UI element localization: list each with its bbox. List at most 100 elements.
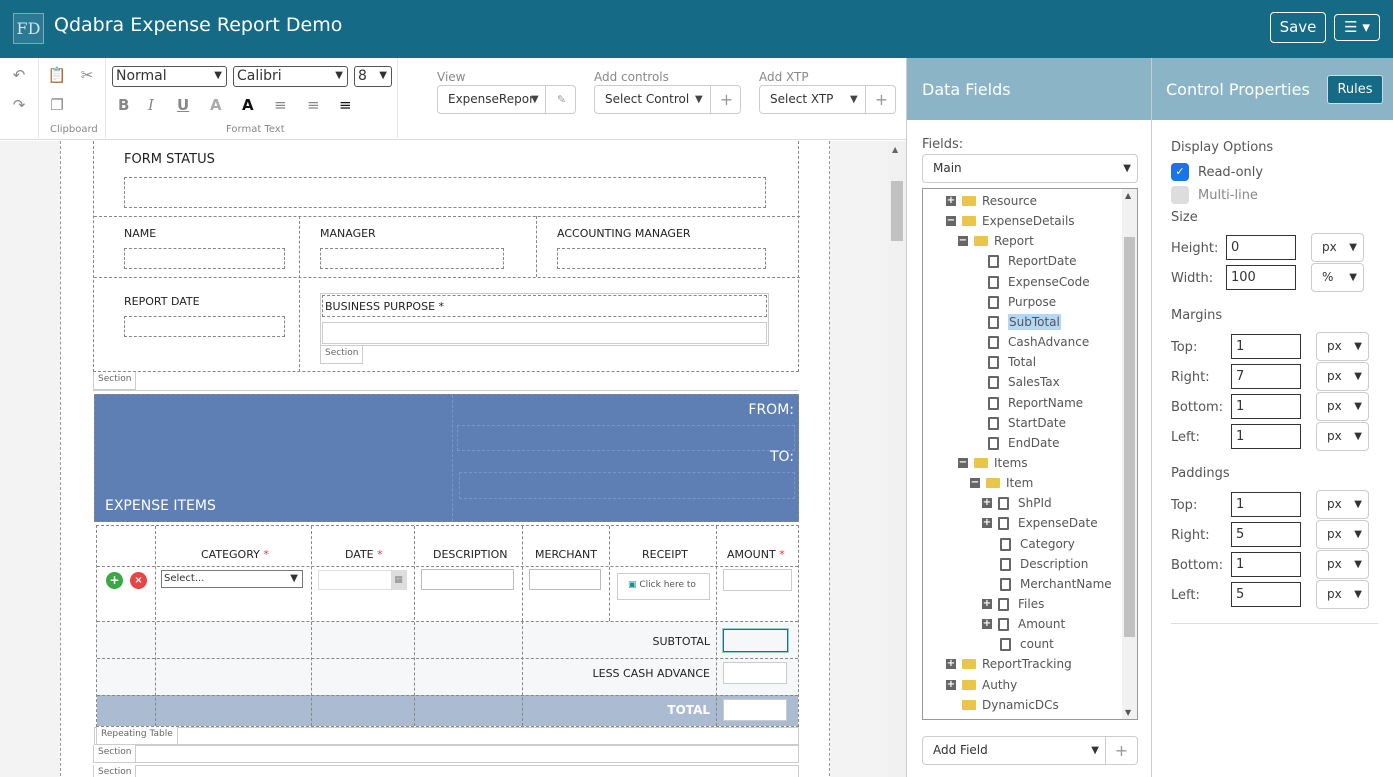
scroll-down-icon[interactable]: ▼ bbox=[1125, 708, 1131, 717]
category-select[interactable]: Select... ▼ bbox=[161, 570, 303, 588]
highlight-color-icon[interactable]: A bbox=[210, 96, 222, 114]
copy-icon[interactable]: ❐ bbox=[46, 96, 68, 114]
scroll-up-icon[interactable]: ▲ bbox=[1125, 191, 1131, 200]
tree-item-salestax[interactable]: SalesTax bbox=[923, 372, 1123, 392]
amount-field[interactable] bbox=[723, 569, 792, 591]
margin-bottom-unit-select[interactable]: px ▼ bbox=[1316, 392, 1369, 421]
paste-icon[interactable]: 📋 bbox=[46, 66, 68, 84]
scrollbar-thumb[interactable] bbox=[1124, 237, 1135, 637]
tree-item-count[interactable]: count bbox=[923, 634, 1123, 654]
add-field-plus-icon[interactable]: + bbox=[1105, 737, 1137, 764]
add-xtp-select[interactable]: Select XTP ▼ + bbox=[759, 85, 896, 114]
business-purpose-field[interactable] bbox=[322, 322, 767, 344]
receipt-upload[interactable]: ▣ Click here to bbox=[617, 573, 710, 600]
expand-icon[interactable]: + bbox=[946, 659, 956, 670]
tree-item-cashadvance[interactable]: CashAdvance bbox=[923, 332, 1123, 352]
total-field[interactable] bbox=[723, 699, 787, 721]
margin-right-input[interactable]: 7 bbox=[1231, 364, 1301, 389]
width-unit-select[interactable]: % ▼ bbox=[1311, 263, 1364, 292]
expand-icon[interactable]: + bbox=[982, 619, 992, 630]
data-source-select[interactable]: Main ▼ bbox=[922, 154, 1138, 183]
tree-item-reportdate[interactable]: ReportDate bbox=[923, 251, 1123, 271]
padding-bottom-unit-select[interactable]: px ▼ bbox=[1316, 550, 1369, 579]
bold-icon[interactable]: B bbox=[118, 96, 129, 114]
tree-item-shpid[interactable]: + ShPId bbox=[923, 493, 1123, 513]
width-input[interactable]: 100 bbox=[1226, 265, 1296, 290]
expand-icon[interactable]: + bbox=[946, 679, 956, 690]
name-field[interactable] bbox=[124, 248, 285, 269]
merchant-field[interactable] bbox=[529, 569, 601, 590]
collapse-icon[interactable]: − bbox=[958, 457, 968, 468]
scroll-up-icon[interactable]: ▲ bbox=[892, 145, 898, 154]
margin-bottom-input[interactable]: 1 bbox=[1231, 394, 1301, 419]
canvas-scrollbar[interactable]: ▲ bbox=[888, 141, 906, 777]
align-center-icon[interactable]: ≡ bbox=[307, 96, 320, 114]
tree-item-total[interactable]: Total bbox=[923, 352, 1123, 372]
height-input[interactable]: 0 bbox=[1226, 235, 1296, 260]
expand-icon[interactable]: + bbox=[982, 599, 992, 609]
tree-item-startdate[interactable]: StartDate bbox=[923, 413, 1123, 433]
collapse-icon[interactable]: − bbox=[958, 236, 968, 247]
tree-item-resource[interactable]: + Resource bbox=[923, 191, 1123, 211]
padding-bottom-input[interactable]: 1 bbox=[1231, 552, 1301, 577]
tree-item-files[interactable]: + Files bbox=[923, 594, 1123, 614]
tree-item-expensecode[interactable]: ExpenseCode bbox=[923, 272, 1123, 292]
add-controls-select[interactable]: Select Control ▼ + bbox=[594, 85, 741, 114]
align-right-icon[interactable]: ≡ bbox=[339, 96, 352, 114]
view-select[interactable]: ExpenseRepor ▼ ✎ bbox=[437, 85, 576, 114]
padding-right-input[interactable]: 5 bbox=[1231, 522, 1301, 547]
multi-line-checkbox[interactable] bbox=[1171, 186, 1189, 204]
report-date-field[interactable] bbox=[124, 316, 285, 337]
collapse-icon[interactable]: − bbox=[970, 478, 980, 489]
tree-item-enddate[interactable]: EndDate bbox=[923, 433, 1123, 453]
to-field[interactable] bbox=[459, 472, 795, 499]
description-field[interactable] bbox=[421, 569, 514, 590]
tree-item-subtotal[interactable]: SubTotal bbox=[923, 312, 1123, 332]
padding-top-input[interactable]: 1 bbox=[1231, 492, 1301, 517]
margin-top-unit-select[interactable]: px ▼ bbox=[1316, 332, 1369, 361]
save-button[interactable]: Save bbox=[1270, 12, 1326, 43]
underline-icon[interactable]: U bbox=[177, 96, 189, 114]
margin-left-input[interactable]: 1 bbox=[1231, 424, 1301, 449]
cut-icon[interactable]: ✂ bbox=[76, 66, 98, 84]
margin-left-unit-select[interactable]: px ▼ bbox=[1316, 422, 1369, 451]
tree-item-expensedate[interactable]: + ExpenseDate bbox=[923, 513, 1123, 533]
undo-icon[interactable]: ↶ bbox=[8, 66, 30, 84]
accounting-manager-field[interactable] bbox=[557, 248, 766, 269]
cash-advance-field[interactable] bbox=[723, 662, 787, 684]
tree-item-category[interactable]: Category bbox=[923, 534, 1123, 554]
from-field[interactable] bbox=[457, 425, 795, 451]
tree-item-description[interactable]: Description bbox=[923, 554, 1123, 574]
scrollbar-thumb[interactable] bbox=[891, 181, 903, 241]
tree-item-authy[interactable]: + Authy bbox=[923, 675, 1123, 695]
padding-left-unit-select[interactable]: px ▼ bbox=[1316, 580, 1369, 609]
tree-item-reportname[interactable]: ReportName bbox=[923, 393, 1123, 413]
height-unit-select[interactable]: px ▼ bbox=[1311, 233, 1364, 262]
tree-item-merchantname[interactable]: MerchantName bbox=[923, 574, 1123, 594]
manager-field[interactable] bbox=[320, 248, 504, 269]
margin-right-unit-select[interactable]: px ▼ bbox=[1316, 362, 1369, 391]
expand-icon[interactable]: + bbox=[946, 196, 956, 206]
expand-icon[interactable]: + bbox=[982, 498, 992, 509]
subtotal-field[interactable] bbox=[723, 629, 788, 652]
align-left-icon[interactable]: ≡ bbox=[274, 96, 287, 114]
read-only-checkbox[interactable]: ✓ bbox=[1171, 163, 1189, 181]
tree-item-report[interactable]: − Report bbox=[923, 231, 1123, 251]
edit-view-icon[interactable]: ✎ bbox=[545, 86, 577, 113]
font-color-icon[interactable]: A bbox=[242, 96, 254, 114]
add-field-select[interactable]: Add Field ▼ + bbox=[922, 736, 1138, 765]
form-status-field[interactable] bbox=[124, 177, 766, 208]
add-xtp-plus-icon[interactable]: + bbox=[865, 86, 897, 113]
expand-icon[interactable]: + bbox=[982, 518, 992, 529]
redo-icon[interactable]: ↷ bbox=[8, 96, 30, 114]
add-control-plus-icon[interactable]: + bbox=[710, 86, 742, 113]
add-row-icon[interactable]: + bbox=[106, 572, 123, 589]
tree-item-expensedetails[interactable]: − ExpenseDetails bbox=[923, 211, 1123, 231]
rules-button[interactable]: Rules bbox=[1327, 75, 1383, 104]
remove-row-icon[interactable]: × bbox=[130, 572, 147, 589]
padding-top-unit-select[interactable]: px ▼ bbox=[1316, 490, 1369, 519]
tree-item-amount[interactable]: + Amount bbox=[923, 614, 1123, 634]
padding-right-unit-select[interactable]: px ▼ bbox=[1316, 520, 1369, 549]
tree-item-item[interactable]: − Item bbox=[923, 473, 1123, 493]
italic-icon[interactable]: I bbox=[148, 96, 154, 114]
